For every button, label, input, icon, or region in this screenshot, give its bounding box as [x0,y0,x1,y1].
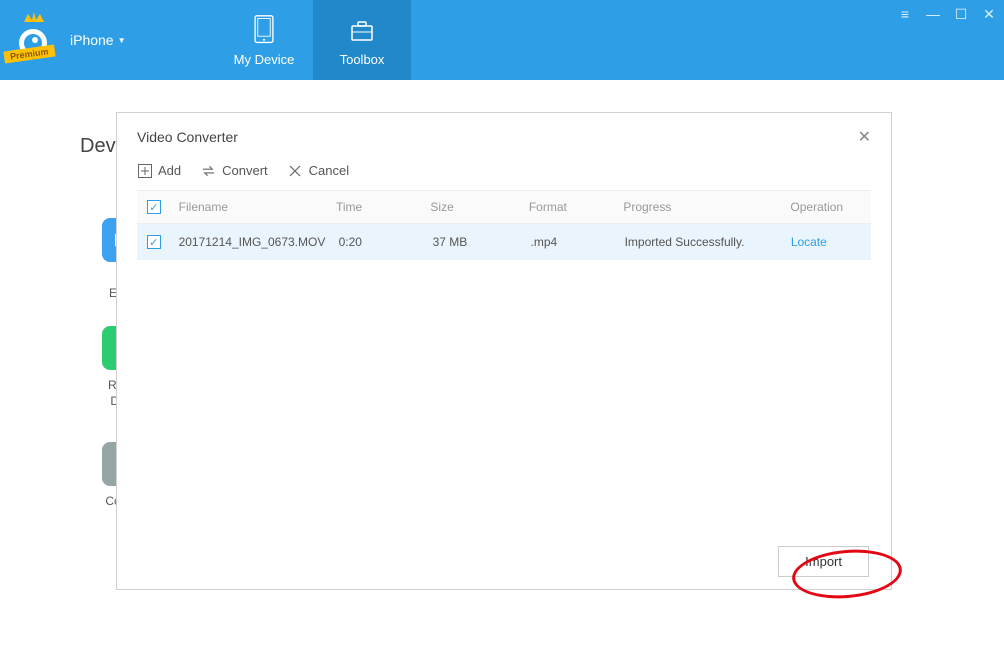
locate-link[interactable]: Locate [791,235,827,249]
file-table: ✓ Filename Time Size Format Progress Ope… [137,190,871,260]
modal-header: Video Converter ✕ [117,113,891,153]
convert-icon [201,163,216,178]
window-controls: ≡ — ☐ ✕ [898,6,996,23]
tab-toolbox[interactable]: Toolbox [313,0,411,80]
add-button[interactable]: Add [137,163,181,178]
logo-area: Premium iPhone ▼ [0,0,215,80]
col-operation: Operation [782,191,871,223]
device-selector[interactable]: iPhone ▼ [70,32,126,48]
table-row[interactable]: ✓ 20171214_IMG_0673.MOV 0:20 37 MB .mp4 … [137,224,871,260]
tablet-icon [250,14,278,46]
modal-title: Video Converter [137,129,238,145]
page-title-partial: Devi [80,135,120,158]
convert-button[interactable]: Convert [201,163,268,178]
device-name: iPhone [70,32,114,48]
tab-my-device[interactable]: My Device [215,0,313,80]
button-label: Cancel [309,163,349,178]
close-icon[interactable]: ✕ [982,6,996,23]
cell-time: 0:20 [331,224,425,260]
select-all-checkbox[interactable]: ✓ [147,200,161,214]
col-format: Format [521,191,615,223]
button-label: Add [158,163,181,178]
app-header: Premium iPhone ▼ My Device Toolbox ≡ — ☐… [0,0,1004,80]
row-checkbox[interactable]: ✓ [147,235,161,249]
modal-close-icon[interactable]: ✕ [858,127,871,147]
plus-icon [137,163,152,178]
nav-tabs: My Device Toolbox [215,0,411,80]
table-header: ✓ Filename Time Size Format Progress Ope… [137,190,871,224]
tab-label: My Device [234,52,295,67]
menu-icon[interactable]: ≡ [898,6,912,23]
cell-size: 37 MB [425,224,523,260]
button-label: Convert [222,163,268,178]
import-button[interactable]: Import [778,546,869,577]
video-converter-modal: Video Converter ✕ Add Convert Cancel ✓ F… [116,112,892,590]
col-filename: Filename [171,191,328,223]
minimize-icon[interactable]: — [926,6,940,23]
cell-filename: 20171214_IMG_0673.MOV [171,224,331,260]
modal-toolbar: Add Convert Cancel [117,153,891,190]
cell-format: .mp4 [523,224,617,260]
tab-label: Toolbox [340,52,385,67]
cell-progress: Imported Successfully. [617,224,783,260]
col-time: Time [328,191,422,223]
cancel-icon [288,163,303,178]
toolbox-icon [348,14,376,46]
col-progress: Progress [615,191,782,223]
chevron-down-icon: ▼ [118,36,126,45]
maximize-icon[interactable]: ☐ [954,6,968,23]
modal-footer: Import [117,534,891,589]
col-size: Size [422,191,520,223]
cancel-button[interactable]: Cancel [288,163,349,178]
